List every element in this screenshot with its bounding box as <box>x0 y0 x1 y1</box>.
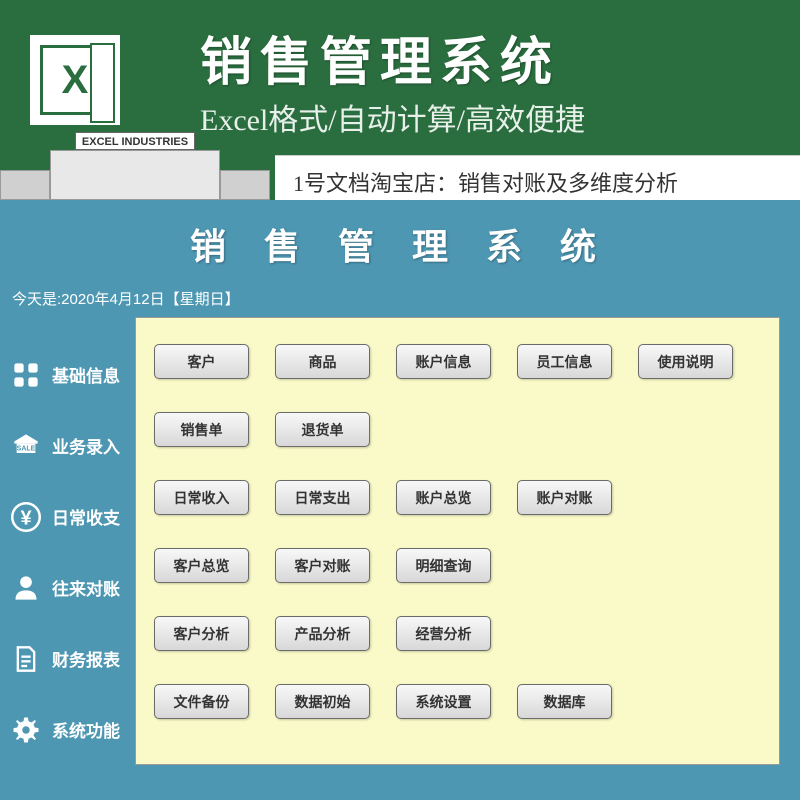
button-row-system: 文件备份 数据初始 系统设置 数据库 <box>154 684 761 719</box>
gear-icon <box>10 714 42 746</box>
sidebar-item-daily-finance[interactable]: ¥ 日常收支 <box>0 481 135 552</box>
sidebar-item-label: 业务录入 <box>52 433 120 458</box>
sidebar-item-system[interactable]: 系统功能 <box>0 694 135 765</box>
customer-button[interactable]: 客户 <box>154 344 249 379</box>
return-order-button[interactable]: 退货单 <box>275 412 370 447</box>
sidebar-item-label: 往来对账 <box>52 575 120 600</box>
product-button[interactable]: 商品 <box>275 344 370 379</box>
account-info-button[interactable]: 账户信息 <box>396 344 491 379</box>
customer-reconcile-button[interactable]: 客户对账 <box>275 548 370 583</box>
button-row-business: 销售单 退货单 <box>154 412 761 447</box>
file-backup-button[interactable]: 文件备份 <box>154 684 249 719</box>
sidebar-item-business-entry[interactable]: SALE 业务录入 <box>0 410 135 481</box>
employee-info-button[interactable]: 员工信息 <box>517 344 612 379</box>
customer-analysis-button[interactable]: 客户分析 <box>154 616 249 651</box>
detail-query-button[interactable]: 明细查询 <box>396 548 491 583</box>
svg-text:SALE: SALE <box>17 445 36 452</box>
database-button[interactable]: 数据库 <box>517 684 612 719</box>
sales-order-button[interactable]: 销售单 <box>154 412 249 447</box>
building-illustration: EXCEL INDUSTRIES <box>0 130 270 200</box>
data-init-button[interactable]: 数据初始 <box>275 684 370 719</box>
grid-icon <box>10 359 42 391</box>
sidebar-item-reports[interactable]: 财务报表 <box>0 623 135 694</box>
sidebar-item-reconciliation[interactable]: 往来对账 <box>0 552 135 623</box>
date-bar: 今天是:2020年4月12日【星期日】 <box>0 270 800 317</box>
daily-income-button[interactable]: 日常收入 <box>154 480 249 515</box>
content-panel: 客户 商品 账户信息 员工信息 使用说明 销售单 退货单 日常收入 日常支出 账… <box>135 317 780 765</box>
button-row-daily: 日常收入 日常支出 账户总览 账户对账 <box>154 480 761 515</box>
button-row-reports: 客户分析 产品分析 经营分析 <box>154 616 761 651</box>
customer-overview-button[interactable]: 客户总览 <box>154 548 249 583</box>
document-icon <box>10 643 42 675</box>
account-overview-button[interactable]: 账户总览 <box>396 480 491 515</box>
sidebar-item-label: 日常收支 <box>52 504 120 529</box>
account-reconcile-button[interactable]: 账户对账 <box>517 480 612 515</box>
button-row-basic-info: 客户 商品 账户信息 员工信息 使用说明 <box>154 344 761 379</box>
sidebar: 基础信息 SALE 业务录入 ¥ 日常收支 往来对账 <box>0 317 135 765</box>
sidebar-item-label: 基础信息 <box>52 362 120 387</box>
sidebar-item-basic-info[interactable]: 基础信息 <box>0 339 135 410</box>
daily-expense-button[interactable]: 日常支出 <box>275 480 370 515</box>
system-settings-button[interactable]: 系统设置 <box>396 684 491 719</box>
product-analysis-button[interactable]: 产品分析 <box>275 616 370 651</box>
sale-tag-icon: SALE <box>10 430 42 462</box>
button-row-reconcile: 客户总览 客户对账 明细查询 <box>154 548 761 583</box>
app-body: 销 售 管 理 系 统 今天是:2020年4月12日【星期日】 基础信息 SAL… <box>0 200 800 800</box>
shop-banner: 1号文档淘宝店：销售对账及多维度分析 <box>275 155 800 200</box>
sidebar-item-label: 财务报表 <box>52 646 120 671</box>
building-sign: EXCEL INDUSTRIES <box>75 132 195 150</box>
excel-logo: X <box>30 35 120 125</box>
person-icon <box>10 572 42 604</box>
header-banner: X 销售管理系统 Excel格式/自动计算/高效便捷 EXCEL INDUSTR… <box>0 0 800 200</box>
yen-circle-icon: ¥ <box>10 501 42 533</box>
business-analysis-button[interactable]: 经营分析 <box>396 616 491 651</box>
instructions-button[interactable]: 使用说明 <box>638 344 733 379</box>
sidebar-item-label: 系统功能 <box>52 717 120 742</box>
header-title: 销售管理系统 <box>200 20 560 95</box>
svg-text:¥: ¥ <box>20 507 32 529</box>
excel-x-icon: X <box>62 58 89 103</box>
app-title: 销 售 管 理 系 统 <box>0 200 800 270</box>
